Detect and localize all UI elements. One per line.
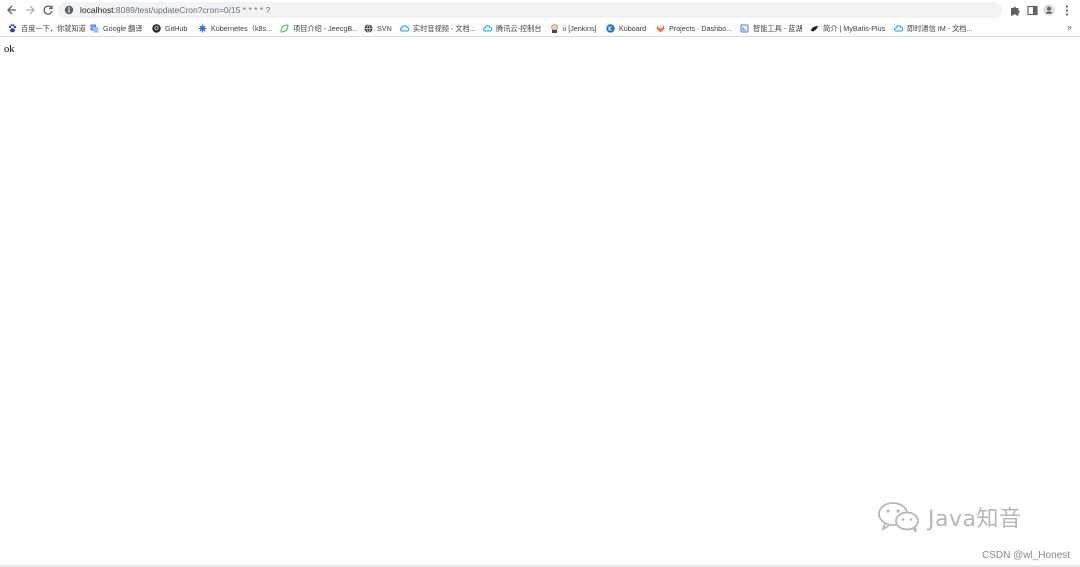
response-text: ok (4, 44, 15, 55)
leaf-icon (280, 24, 289, 33)
bookmark-kuboard[interactable]: Kuboard (606, 23, 646, 34)
bookmark-trtc-docs[interactable]: 实时音视频 - 文档... (400, 23, 476, 34)
profile-button[interactable] (1042, 3, 1056, 17)
bookmark-jenkins[interactable]: ii [Jenkins] (550, 23, 597, 34)
bookmark-svn[interactable]: SVN (364, 23, 392, 34)
cloud-icon (894, 24, 903, 33)
lanhu-icon (740, 24, 749, 33)
back-button[interactable] (4, 2, 20, 18)
csdn-credit: CSDN @wl_Honest (982, 550, 1070, 561)
browser-toolbar: localhost:8089/test/updateCron?cron=0/15… (0, 0, 1080, 20)
more-vertical-icon (1065, 4, 1069, 16)
url-text: localhost:8089/test/updateCron?cron=0/15… (80, 5, 271, 15)
translate-icon: G (90, 24, 99, 33)
watermark: Java知音 (876, 500, 1021, 534)
kuboard-icon (606, 24, 615, 33)
side-panel-button[interactable] (1025, 3, 1039, 17)
menu-button[interactable] (1060, 3, 1074, 17)
gitlab-icon (656, 24, 665, 33)
bookmark-github[interactable]: GitHub (152, 23, 187, 34)
bookmark-im-docs[interactable]: 即时通信 IM - 文档... (894, 23, 973, 34)
bookmark-baidu[interactable]: 百度一下，你就知道 (8, 23, 86, 34)
bookmark-kubernetes[interactable]: Kubernetes（k8s... (198, 23, 272, 34)
site-info-icon[interactable] (64, 5, 74, 15)
double-chevron-right-icon: » (1066, 22, 1072, 32)
bookmarks-bar: 百度一下，你就知道 G Google 翻译 GitHub Kubernetes（… (0, 20, 1080, 37)
side-panel-icon (1026, 5, 1038, 15)
extensions-button[interactable] (1008, 3, 1022, 17)
svg-text:G: G (91, 25, 95, 31)
address-bar[interactable]: localhost:8089/test/updateCron?cron=0/15… (58, 2, 1002, 18)
bird-icon (810, 24, 819, 33)
arrow-right-icon (26, 5, 35, 15)
bookmark-gitlab[interactable]: Projects · Dashbo... (656, 23, 732, 34)
bookmark-lanhu[interactable]: 智能工具 - 蓝湖 (740, 23, 803, 34)
github-icon (152, 24, 161, 33)
globe-icon (364, 24, 373, 33)
paw-icon (8, 24, 17, 33)
helm-icon (198, 24, 207, 33)
bookmark-jeecg[interactable]: 项目介绍 - JeecgB... (280, 23, 358, 34)
arrow-left-icon (7, 5, 16, 15)
puzzle-icon (1010, 6, 1020, 15)
jenkins-icon (550, 24, 559, 33)
reload-icon (43, 5, 53, 15)
bookmarks-overflow-button[interactable]: » (1067, 22, 1072, 32)
bookmark-mybatis-plus[interactable]: 简介 | MyBatis-Plus (810, 23, 885, 34)
bookmark-tencent-cloud[interactable]: 腾讯云-控制台 (483, 23, 542, 34)
cloud-icon (400, 24, 409, 33)
cloud-icon (483, 24, 492, 33)
forward-button[interactable] (22, 2, 38, 18)
avatar-icon (1043, 4, 1055, 16)
watermark-text: Java知音 (928, 507, 1022, 532)
wechat-icon (878, 502, 919, 533)
reload-button[interactable] (40, 2, 56, 18)
bookmark-google-translate[interactable]: G Google 翻译 (90, 23, 143, 34)
